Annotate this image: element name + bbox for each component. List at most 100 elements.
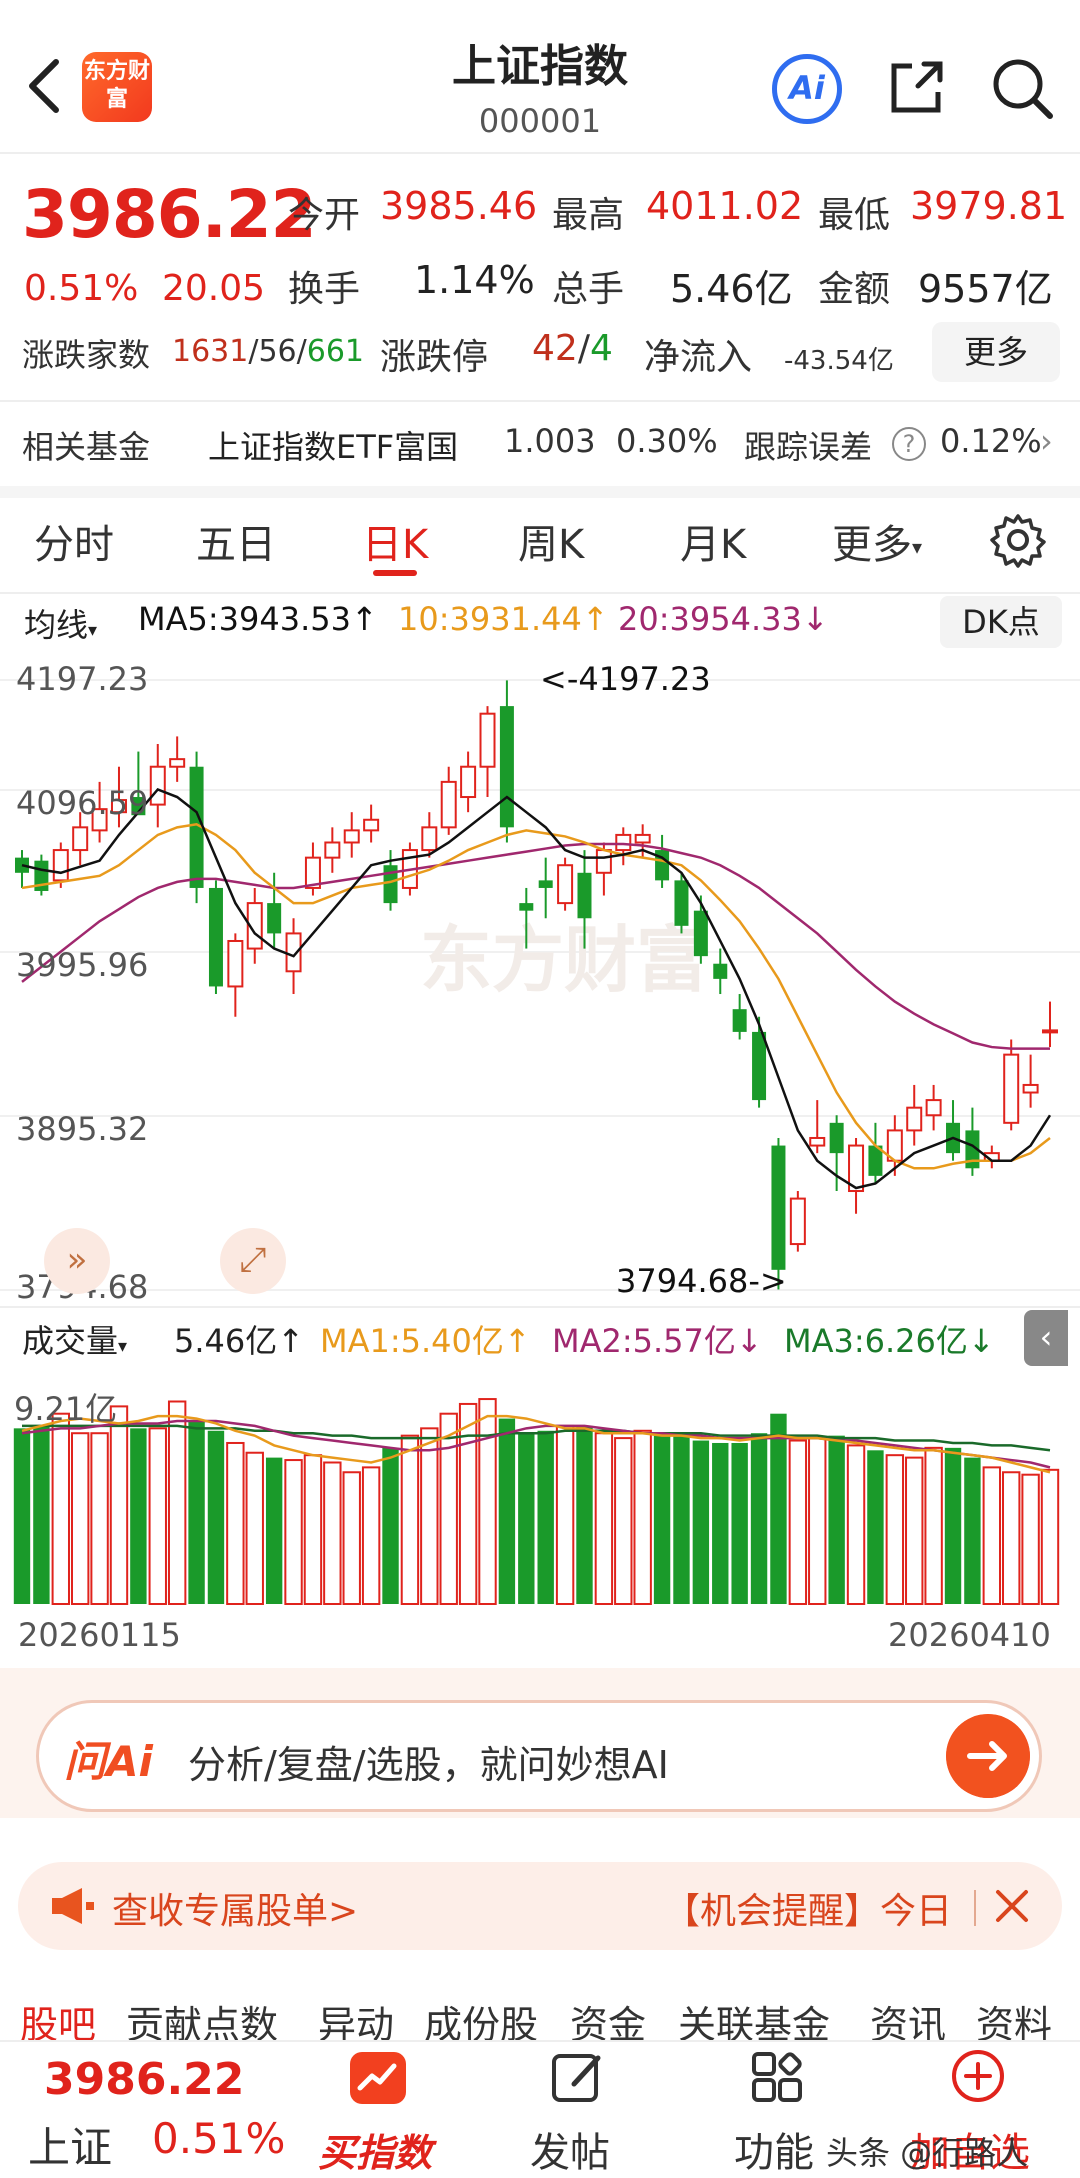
- ai-bar-prompt[interactable]: 分析/复盘/选股，就问妙想AI: [188, 1734, 669, 1789]
- candle: [343, 812, 360, 858]
- ma-selector[interactable]: 均线▾: [24, 600, 97, 646]
- volume-bar: [167, 1400, 187, 1606]
- volume-current: 5.46亿↑: [174, 1322, 305, 1360]
- candle: [227, 933, 244, 1017]
- volume-bar: [33, 1425, 50, 1604]
- candle: [15, 850, 29, 888]
- volume-bar: [653, 1435, 671, 1604]
- candle: [713, 948, 728, 995]
- watermark: 头条 @行路人: [826, 2134, 1029, 2172]
- bottom-price: 3986.22: [44, 2054, 245, 2105]
- grid-icon[interactable]: [748, 2050, 808, 2106]
- candle: [946, 1100, 961, 1161]
- low-value: 3979.81: [910, 184, 1068, 228]
- y-axis-4: 3895.32: [16, 1110, 149, 1148]
- candle: [1003, 1039, 1020, 1131]
- volume-bar: [342, 1471, 361, 1606]
- volume-bars: [13, 1398, 1060, 1606]
- candle: [752, 1016, 767, 1108]
- volume-bar: [712, 1442, 729, 1604]
- volume-bar: [692, 1440, 710, 1604]
- help-icon[interactable]: ?: [892, 427, 926, 461]
- arrow-right-icon[interactable]: [946, 1714, 1030, 1798]
- volume-selector[interactable]: 成交量▾: [22, 1316, 127, 1362]
- gear-icon[interactable]: [990, 512, 1046, 568]
- y-axis-2: 4096.59: [16, 784, 149, 822]
- candle: [848, 1137, 865, 1214]
- y-axis-top: 4197.23: [16, 660, 149, 698]
- volume-bar: [265, 1457, 283, 1604]
- breadth-values: 1631/56/661: [172, 334, 365, 369]
- candle: [460, 751, 477, 813]
- tab-more[interactable]: 更多▾: [832, 512, 922, 570]
- volume-bar: [982, 1466, 1002, 1605]
- buy-index-button[interactable]: 买指数: [318, 2122, 432, 2177]
- kline-chart[interactable]: 东方财富: [0, 650, 1080, 1610]
- candle: [479, 706, 496, 798]
- candle: [440, 766, 457, 835]
- volume-bar: [808, 1437, 827, 1605]
- share-icon[interactable]: [884, 56, 948, 120]
- volume-bar: [458, 1402, 478, 1605]
- tab-daily-k[interactable]: 日K: [362, 512, 428, 570]
- volume-bar: [70, 1432, 90, 1606]
- volume-bar: [731, 1442, 748, 1604]
- turnover-label: 换手: [288, 269, 361, 310]
- close-icon[interactable]: [990, 1884, 1034, 1928]
- volume-bar: [303, 1454, 323, 1605]
- search-icon[interactable]: [988, 54, 1056, 122]
- ma5-value: MA5:3943.53↑: [138, 600, 378, 638]
- candle: [925, 1084, 942, 1131]
- high-value: 4011.02: [646, 184, 804, 228]
- volume-bar: [207, 1430, 225, 1604]
- volume-bar: [537, 1430, 554, 1604]
- tab-monthly-k[interactable]: 月K: [680, 512, 746, 570]
- ai-logo: 问Ai: [64, 1737, 153, 1786]
- collapse-panel-icon[interactable]: ‹: [1024, 1310, 1068, 1366]
- volume-bar: [518, 1433, 535, 1604]
- chevron-right-icon[interactable]: ›: [1040, 422, 1053, 460]
- volume-bar: [400, 1434, 420, 1605]
- post-button[interactable]: 发帖: [530, 2120, 610, 2178]
- volume-bar: [284, 1459, 303, 1605]
- volume-bar: [944, 1447, 962, 1604]
- date-start: 20260115: [18, 1616, 181, 1654]
- notice-right-text[interactable]: 【机会提醒】今日: [664, 1882, 952, 1934]
- ai-assistant-icon[interactable]: Ai: [772, 54, 842, 124]
- expand-icon[interactable]: ⤢: [220, 1228, 286, 1294]
- trend-chart-icon[interactable]: [348, 2050, 408, 2106]
- volume-divider: [0, 1306, 1080, 1308]
- candle: [538, 857, 553, 919]
- volume-ma3: MA3:6.26亿↓: [784, 1322, 995, 1360]
- volume-bar: [1040, 1468, 1060, 1605]
- volume-bar: [478, 1398, 497, 1605]
- volume-label: 总手: [552, 269, 625, 310]
- volume-ma1: MA1:5.40亿↑: [320, 1322, 531, 1360]
- function-button[interactable]: 功能: [734, 2120, 814, 2178]
- tab-minute[interactable]: 分时: [34, 512, 114, 570]
- high-marker: <-4197.23: [540, 660, 711, 698]
- megaphone-icon: [52, 1888, 94, 1924]
- netflow-label: 净流入: [644, 337, 753, 378]
- more-button[interactable]: 更多: [932, 322, 1060, 382]
- dk-point-button[interactable]: DK点: [940, 596, 1062, 648]
- notice-left-text[interactable]: 查收专属股单>: [112, 1882, 358, 1934]
- double-chevron-icon[interactable]: »: [44, 1228, 110, 1294]
- volume-bar: [1002, 1471, 1021, 1606]
- fund-name[interactable]: 上证指数ETF富国: [208, 422, 458, 468]
- volume-bar: [614, 1437, 633, 1605]
- candle: [363, 804, 380, 843]
- volume-bar: [188, 1421, 205, 1604]
- plus-circle-icon[interactable]: [948, 2048, 1008, 2104]
- bottom-pct: 0.51%: [152, 2114, 286, 2163]
- fund-pct: 0.30%: [616, 422, 718, 460]
- amount-value: 9557亿: [918, 267, 1053, 311]
- volume-ma2: MA2:5.57亿↓: [552, 1322, 763, 1360]
- tab-weekly-k[interactable]: 周K: [518, 512, 584, 570]
- volume-bar: [245, 1451, 264, 1605]
- tab-five-day[interactable]: 五日: [196, 512, 276, 570]
- low-marker: 3794.68->: [616, 1262, 787, 1300]
- volume-bar: [673, 1435, 690, 1604]
- edit-icon[interactable]: [548, 2050, 608, 2106]
- active-tab-indicator: [373, 570, 417, 576]
